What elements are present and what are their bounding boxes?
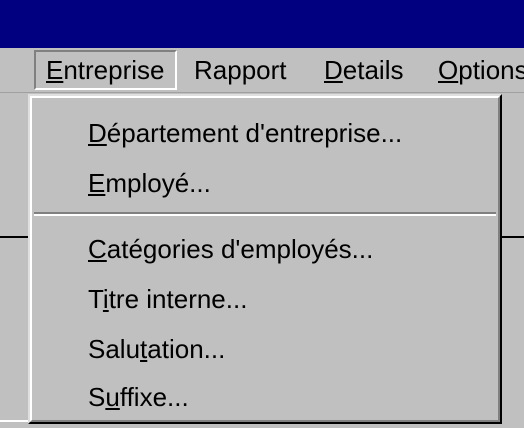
menu-item-departement[interactable]: Département d'entreprise... [88,108,402,158]
item-suffixe-post: ffixe... [119,382,189,412]
item-departement-post: épartement d'entreprise... [106,118,403,148]
item-categories-mnemonic: C [88,234,107,264]
item-salutation-pre: Salu [88,334,141,364]
background-divider-right [500,236,524,238]
menu-item-salutation[interactable]: Salutation... [88,324,225,374]
menu-rapport-pre: Rapport [194,55,287,85]
background-divider-left [0,236,28,238]
menu-details-mnemonic: D [324,55,343,85]
menu-entreprise-mnemonic: E [46,55,64,85]
item-categories-post: atégories d'employés... [106,234,374,264]
menu-item-suffixe[interactable]: Suffixe... [88,372,189,422]
menu-options-post: ptions [458,55,524,85]
item-salutation-post: ation... [147,334,226,364]
menu-rapport[interactable]: Rapport [184,50,297,90]
menu-separator [34,212,496,216]
item-departement-mnemonic: D [88,118,107,148]
entreprise-dropdown-menu: Département d'entreprise... Employé... C… [28,94,502,424]
menu-entreprise[interactable]: Entreprise [34,50,177,90]
menu-item-titre-interne[interactable]: Titre interne... [88,274,247,324]
menu-item-employe[interactable]: Employé... [88,158,211,208]
menu-options[interactable]: Options [428,50,524,90]
menu-item-categories-employes[interactable]: Catégories d'employés... [88,224,373,274]
item-titre-post: tre interne... [108,284,248,314]
background-edge-left [0,420,28,422]
item-suffixe-pre: S [88,382,106,412]
item-suffixe-mnemonic: u [105,382,120,412]
menu-bar: Entreprise Rapport Details Options [0,48,524,93]
menu-entreprise-post: ntreprise [63,55,165,85]
item-titre-pre: T [88,284,103,314]
item-employe-post: mployé... [105,168,211,198]
menu-options-mnemonic: O [438,55,459,85]
title-bar[interactable] [0,0,524,48]
item-employe-mnemonic: E [88,168,106,198]
menu-details-post: etails [342,55,404,85]
menu-details[interactable]: Details [314,50,413,90]
